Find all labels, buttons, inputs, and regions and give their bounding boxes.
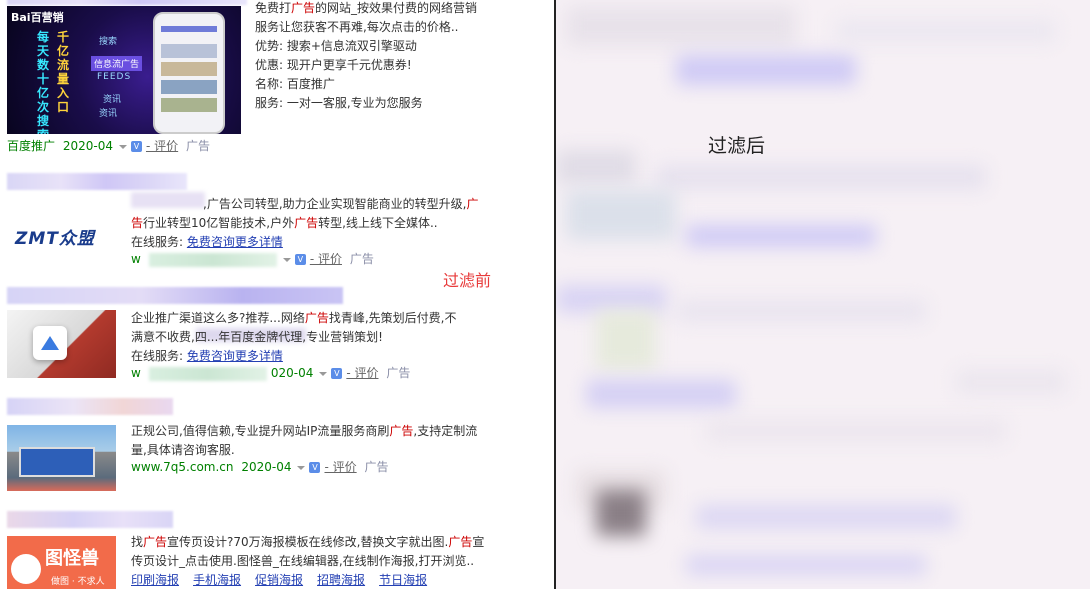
ad-label: 广告 <box>364 460 389 474</box>
caret-icon[interactable] <box>118 144 127 149</box>
ad-description: 找广告宣传页设计?70万海报模板在线修改,替换文字就出图.广告宣 传页设计_点击… <box>131 535 485 587</box>
ad-meta: w 020-04 V - 评价 广告 <box>131 366 411 381</box>
blurred-block <box>686 225 876 247</box>
sublink-print-poster[interactable]: 印刷海报 <box>131 573 179 587</box>
billboard-graphic <box>19 447 95 477</box>
verified-icon[interactable]: V <box>130 141 142 152</box>
ad-title[interactable] <box>7 398 173 415</box>
blurred-block <box>586 380 736 408</box>
ad-url[interactable]: www.7q5.com.cn <box>131 460 234 474</box>
ad-title[interactable] <box>7 287 343 304</box>
review-link[interactable]: - 评价 <box>324 460 356 474</box>
ad-logo[interactable]: ZMT众盟 <box>7 196 123 268</box>
ad-image-slogan: 每天数十亿次搜索 <box>37 30 50 134</box>
caret-icon[interactable] <box>297 465 306 470</box>
blurred-block <box>696 505 956 529</box>
blurred-block <box>836 20 1056 42</box>
monster-icon <box>11 554 41 584</box>
sublink-mobile-poster[interactable]: 手机海报 <box>193 573 241 587</box>
review-link[interactable]: - 评价 <box>310 252 342 266</box>
label-before-filter: 过滤前 <box>443 271 492 290</box>
ad-title[interactable] <box>7 173 187 190</box>
ad-description: ,广告公司转型,助力企业实现智能商业的转型升级,广 告行业转型10亿智能技术,户… <box>131 197 479 249</box>
ad-meta: www.7q5.com.cn 2020-04 V - 评价 广告 <box>131 459 392 475</box>
ad-meta: 百度推广 2020-04 V - 评价 广告 <box>7 138 214 154</box>
logo-mark-icon <box>41 336 59 350</box>
ad-title[interactable] <box>7 0 247 5</box>
ad-source[interactable]: 百度推广 <box>7 139 55 153</box>
blurred-block <box>676 55 856 85</box>
ad-title[interactable] <box>7 511 173 528</box>
blurred-block <box>556 150 636 184</box>
blurred-block <box>596 490 646 536</box>
ad-meta: wV- 评价 广告 <box>131 252 374 267</box>
ad-date: 2020-04 <box>241 460 292 474</box>
phone-graphic <box>153 12 225 134</box>
review-link[interactable]: - 评价 <box>146 139 178 153</box>
ad-image[interactable] <box>7 310 116 378</box>
sublink-holiday-poster[interactable]: 节日海报 <box>379 573 427 587</box>
before-panel: Bai百营销 每天数十亿次搜索 千亿流量入口 信息流广告 FEEDS 搜索 资讯… <box>0 0 554 589</box>
blurred-block <box>676 300 926 322</box>
blurred-block <box>596 310 656 370</box>
feed-label-news: 资讯 <box>103 95 122 105</box>
verified-icon[interactable]: V <box>309 462 321 473</box>
caret-icon[interactable] <box>319 371 328 376</box>
consult-link[interactable]: 免费咨询更多详情 <box>187 349 283 363</box>
tuguaishou-logo: 图怪兽 <box>45 548 99 569</box>
blurred-block <box>686 555 926 575</box>
ad-description: 正规公司,值得信赖,专业提升网站IP流量服务商刷广告,支持定制流 量,具体请咨询… <box>131 424 478 457</box>
ad-image[interactable] <box>7 425 116 491</box>
ad-image-slogan-2: 千亿流量入口 <box>57 30 70 114</box>
verified-icon[interactable]: V <box>331 368 343 379</box>
review-link[interactable]: - 评价 <box>346 366 378 380</box>
blurred-block <box>556 285 666 313</box>
ad-label: 广告 <box>349 252 374 266</box>
ad-date: 2020-04 <box>62 139 113 153</box>
ad-description: 免费打广告的网站_按效果付费的网络营销 服务让您获客不再难,每次点击的价格.. … <box>255 1 478 110</box>
baidu-logo: Bai百营销 <box>11 11 64 24</box>
feed-label-en: FEEDS <box>97 72 132 82</box>
blurred-block <box>706 420 1006 442</box>
feed-label: 信息流广告 <box>91 56 143 71</box>
caret-icon[interactable] <box>282 257 291 262</box>
tuguaishou-slogan: 做图 · 不求人 <box>51 577 105 587</box>
blurred-block <box>566 6 796 46</box>
blurred-block <box>656 165 986 189</box>
ad-image[interactable]: Bai百营销 每天数十亿次搜索 千亿流量入口 信息流广告 FEEDS 搜索 资讯… <box>7 6 241 134</box>
feed-label-news-2: 资讯 <box>99 109 118 119</box>
feed-label-search: 搜索 <box>99 37 118 47</box>
zmt-logo: ZMT众盟 <box>15 229 95 249</box>
ad-label: 广告 <box>185 139 210 153</box>
url-blurred[interactable] <box>148 252 277 267</box>
sublink-promo-poster[interactable]: 促销海报 <box>255 573 303 587</box>
after-panel: 过滤后 <box>556 0 1090 589</box>
ad-description: 企业推广渠道这么多?推荐...网络广告找青峰,先策划后付费,不 满意不收费,四.… <box>131 311 457 363</box>
consult-link[interactable]: 免费咨询更多详情 <box>187 235 283 249</box>
blurred-block <box>566 190 676 240</box>
ad-logo[interactable]: 图怪兽 做图 · 不求人 <box>7 536 116 589</box>
url-blurred[interactable] <box>148 366 267 381</box>
blurred-block <box>956 370 1066 394</box>
label-after-filter: 过滤后 <box>708 135 766 157</box>
verified-icon[interactable]: V <box>294 254 306 265</box>
sublink-hiring-poster[interactable]: 招聘海报 <box>317 573 365 587</box>
ad-label: 广告 <box>386 366 411 380</box>
